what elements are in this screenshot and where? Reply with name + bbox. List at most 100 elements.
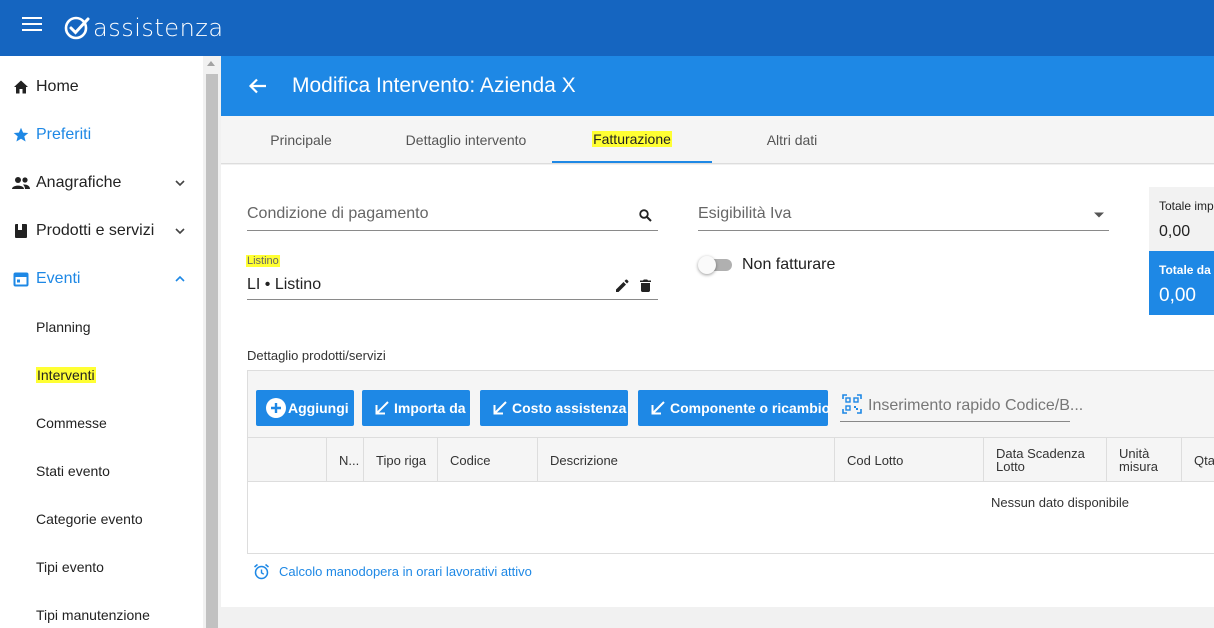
menu-icon[interactable] [22,17,42,31]
book-icon [12,222,30,240]
tab-principale[interactable]: Principale [221,116,381,163]
tab-dettaglio-intervento[interactable]: Dettaglio intervento [386,116,546,163]
total-imponibile-box: Totale imp 0,00 [1149,187,1214,251]
page-header: Modifica Intervento: Azienda X [221,56,1214,116]
empty-grid-message: Nessun dato disponibile [991,495,1130,510]
listino-value: LI • Listino [247,276,322,293]
star-icon [12,126,30,144]
sidebar-subitem-label: Commesse [36,415,107,431]
assistance-cost-button-label: Costo assistenza [512,400,627,416]
arrow-down-left-icon [375,401,389,415]
sidebar-subitem-interventi[interactable]: Interventi [0,351,203,399]
column-header-codice[interactable]: Codice [437,438,537,482]
total-da-pagare-box: Totale da p 0,00 [1149,251,1214,315]
sidebar-item-label: Prodotti e servizi [36,222,155,239]
import-button[interactable]: Importa da [362,390,470,426]
detail-grid: Aggiungi Importa da Costo assistenza Com… [247,370,1214,554]
app-logo[interactable]: assistenza [64,12,224,44]
detail-section-label: Dettaglio prodotti/servizi [247,348,386,363]
component-button-label: Componente o ricambio [670,400,831,416]
tab-label: Dettaglio intervento [405,131,527,148]
search-icon[interactable] [639,209,652,222]
sidebar-subitem-tipi-manutenzione[interactable]: Tipi manutenzione [0,591,203,628]
labor-calc-note[interactable]: Calcolo manodopera in orari lavorativi a… [253,561,532,581]
arrow-down-left-icon [651,401,665,415]
totals-panel: Totale imp 0,00 Totale da p 0,00 [1149,187,1214,315]
column-header-tipo-riga[interactable]: Tipo riga [363,438,437,482]
tab-fatturazione[interactable]: Fatturazione [552,116,712,163]
quick-insert-input[interactable]: Inserimento rapido Codice/B... [840,391,1083,422]
component-button[interactable]: Componente o ricambio [638,390,831,426]
people-icon [12,174,30,192]
sidebar-subitem-categorie-evento[interactable]: Categorie evento [0,495,203,543]
tab-label: Altri dati [766,131,818,148]
scrollbar-thumb[interactable] [206,74,218,628]
listino-field[interactable]: Listino LI • Listino [246,255,658,300]
sidebar-subitem-tipi-evento[interactable]: Tipi evento [0,543,203,591]
column-header-descrizione[interactable]: Descrizione [537,438,834,482]
tab-label: Fatturazione [592,130,672,147]
tab-bar: Principale Dettaglio intervento Fatturaz… [221,116,1214,164]
sidebar-item-anagrafiche[interactable]: Anagrafiche [0,159,203,207]
payment-condition-placeholder: Condizione di pagamento [247,205,429,222]
sidebar-item-label: Home [36,78,79,95]
tab-altri-dati[interactable]: Altri dati [712,116,872,163]
assistance-cost-button[interactable]: Costo assistenza [480,390,628,426]
sidebar-item-prodotti[interactable]: Prodotti e servizi [0,207,203,255]
column-header-qta[interactable]: Qta [1181,438,1214,482]
grid-toolbar: Aggiungi Importa da Costo assistenza Com… [248,371,1214,438]
toggle-knob [698,256,716,274]
listino-label: Listino [246,255,280,267]
sidebar-subitem-planning[interactable]: Planning [0,303,203,351]
app-bar: assistenza [0,0,1214,56]
sidebar-scrollbar[interactable] [203,56,220,628]
sidebar-item-preferiti[interactable]: Preferiti [0,111,203,159]
column-header-n[interactable]: N... [326,438,363,482]
edit-icon[interactable] [615,279,629,293]
vat-eligibility-placeholder: Esigibilità Iva [698,205,792,222]
total-da-pagare-label: Totale da p [1159,263,1214,277]
sidebar: Home Preferiti Anagrafiche Prodotti e se… [0,56,203,628]
add-circle-icon [266,398,286,418]
chevron-down-icon [175,180,185,187]
add-button-label: Aggiungi [288,400,349,416]
logo-text: assistenza [93,14,224,42]
billing-form: Condizione di pagamento Esigibilità Iva … [221,165,1214,607]
column-header-cod-lotto[interactable]: Cod Lotto [834,438,983,482]
scroll-up-icon[interactable] [207,61,215,66]
sidebar-subitem-label: Stati evento [36,463,110,479]
payment-condition-field[interactable]: Condizione di pagamento [247,201,658,231]
chevron-down-icon [175,228,185,235]
total-imponibile-label: Totale imp [1159,199,1214,213]
column-header-select [248,438,326,482]
sidebar-subitem-stati-evento[interactable]: Stati evento [0,447,203,495]
arrow-down-left-icon [493,401,507,415]
sidebar-item-eventi[interactable]: Eventi [0,255,203,303]
sidebar-subitem-commesse[interactable]: Commesse [0,399,203,447]
sidebar-subitem-label: Categorie evento [36,511,143,527]
page-title: Modifica Intervento: Azienda X [292,74,576,97]
column-header-data-scadenza[interactable]: Data Scadenza Lotto [983,438,1106,482]
tab-label: Principale [270,131,332,148]
sidebar-item-label: Preferiti [36,126,92,143]
delete-icon[interactable] [640,279,651,292]
sidebar-subitem-label: Tipi evento [36,559,104,575]
total-da-pagare-value: 0,00 [1159,285,1196,306]
labor-calc-text: Calcolo manodopera in orari lavorativi a… [279,563,532,579]
back-arrow-icon[interactable] [248,76,268,96]
column-header-unita-misura[interactable]: Unità misura [1106,438,1181,482]
alarm-clock-icon [254,563,269,579]
sidebar-item-label: Anagrafiche [36,174,122,191]
sidebar-item-home[interactable]: Home [0,63,203,111]
sidebar-item-label: Eventi [36,270,81,287]
add-button[interactable]: Aggiungi [256,390,354,426]
chevron-up-icon [175,275,185,282]
sidebar-subitem-label: Interventi [36,367,96,383]
dropdown-arrow-icon [1094,212,1104,218]
import-button-label: Importa da [394,400,466,416]
home-icon [12,78,30,96]
qr-code-icon [842,394,862,414]
sidebar-subitem-label: Planning [36,319,91,335]
vat-eligibility-select[interactable]: Esigibilità Iva [698,201,1109,231]
no-invoice-toggle[interactable]: Non fatturare [698,256,848,276]
